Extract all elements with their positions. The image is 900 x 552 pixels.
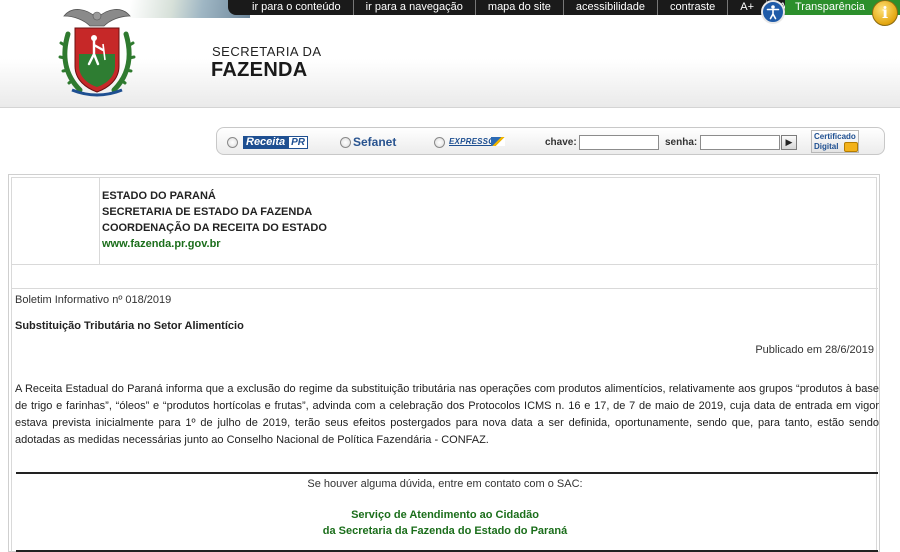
accessibility-person-icon[interactable]	[761, 0, 785, 24]
expresso-flag-icon	[491, 137, 505, 146]
senha-input[interactable]	[700, 135, 780, 150]
sac-name-line2: da Secretaria da Fazenda do Estado do Pa…	[322, 525, 568, 537]
header-website-link[interactable]: www.fazenda.pr.gov.br	[102, 238, 221, 250]
document-table: ESTADO DO PARANÁ SECRETARIA DE ESTADO DA…	[11, 177, 879, 552]
login-submit-button[interactable]: ▶	[781, 135, 797, 150]
expresso-radio[interactable]	[434, 137, 445, 148]
receita-pr-logo-part1: Receita	[243, 136, 289, 149]
site-header: ir para o conteúdo ir para a navegação m…	[0, 0, 900, 108]
certificado-digital-button[interactable]: Certificado Digital	[811, 130, 859, 153]
document-frame: ESTADO DO PARANÁ SECRETARIA DE ESTADO DA…	[8, 174, 880, 552]
senha-label: senha:	[665, 137, 698, 148]
receita-pr-logo[interactable]: Receita PR	[243, 136, 309, 149]
chave-label: chave:	[545, 137, 577, 148]
sefanet-radio[interactable]	[340, 137, 351, 148]
info-icon[interactable]: i	[872, 0, 898, 26]
receita-pr-logo-part2: PR	[288, 136, 309, 149]
bulletin-body: A Receita Estadual do Paraná informa que…	[15, 383, 879, 446]
smart-card-chip-icon	[844, 142, 858, 152]
parana-coat-of-arms-icon	[58, 4, 136, 98]
expresso-logo[interactable]: EXPRESSO	[449, 137, 495, 146]
header-coordination: COORDENAÇÃO DA RECEITA DO ESTADO	[102, 222, 327, 234]
skip-to-navigation-link[interactable]: ir para a navegação	[352, 0, 475, 15]
chave-input[interactable]	[579, 135, 659, 150]
cert-label-line2: Digital	[814, 142, 839, 151]
contrast-link[interactable]: contraste	[657, 0, 727, 15]
cert-label-line1: Certificado	[814, 132, 856, 141]
brand-line-2: FAZENDA	[211, 59, 308, 81]
accessibility-nav: ir para o conteúdo ir para a navegação m…	[238, 0, 798, 15]
bulletin-number: Boletim Informativo nº 018/2019	[15, 294, 172, 306]
receita-pr-radio[interactable]	[227, 137, 238, 148]
login-bar: Receita PR Sefanet EXPRESSO chave: senha…	[216, 127, 885, 155]
contact-intro: Se houver alguma dúvida, entre em contat…	[307, 478, 583, 490]
header-state: ESTADO DO PARANÁ	[102, 190, 216, 202]
sefanet-logo[interactable]: Sefanet	[353, 135, 396, 149]
skip-to-content-link[interactable]: ir para o conteúdo	[238, 0, 353, 15]
contact-divider-top	[16, 472, 878, 474]
brand-line-1: SECRETARIA DA	[212, 44, 322, 59]
sitemap-link[interactable]: mapa do site	[474, 0, 563, 15]
spacer-divider	[12, 288, 878, 289]
logo-cell	[12, 178, 100, 264]
bulletin-title: Substituição Tributária no Setor Aliment…	[15, 320, 244, 332]
transparency-label: Transparência	[795, 1, 865, 13]
accessibility-link[interactable]: acessibilidade	[562, 0, 657, 15]
header-secretariat: SECRETARIA DE ESTADO DA FAZENDA	[102, 206, 313, 218]
sac-name-line1: Serviço de Atendimento ao Cidadão	[351, 509, 539, 521]
publication-date: Publicado em 28/6/2019	[755, 344, 874, 356]
header-divider	[12, 264, 878, 265]
